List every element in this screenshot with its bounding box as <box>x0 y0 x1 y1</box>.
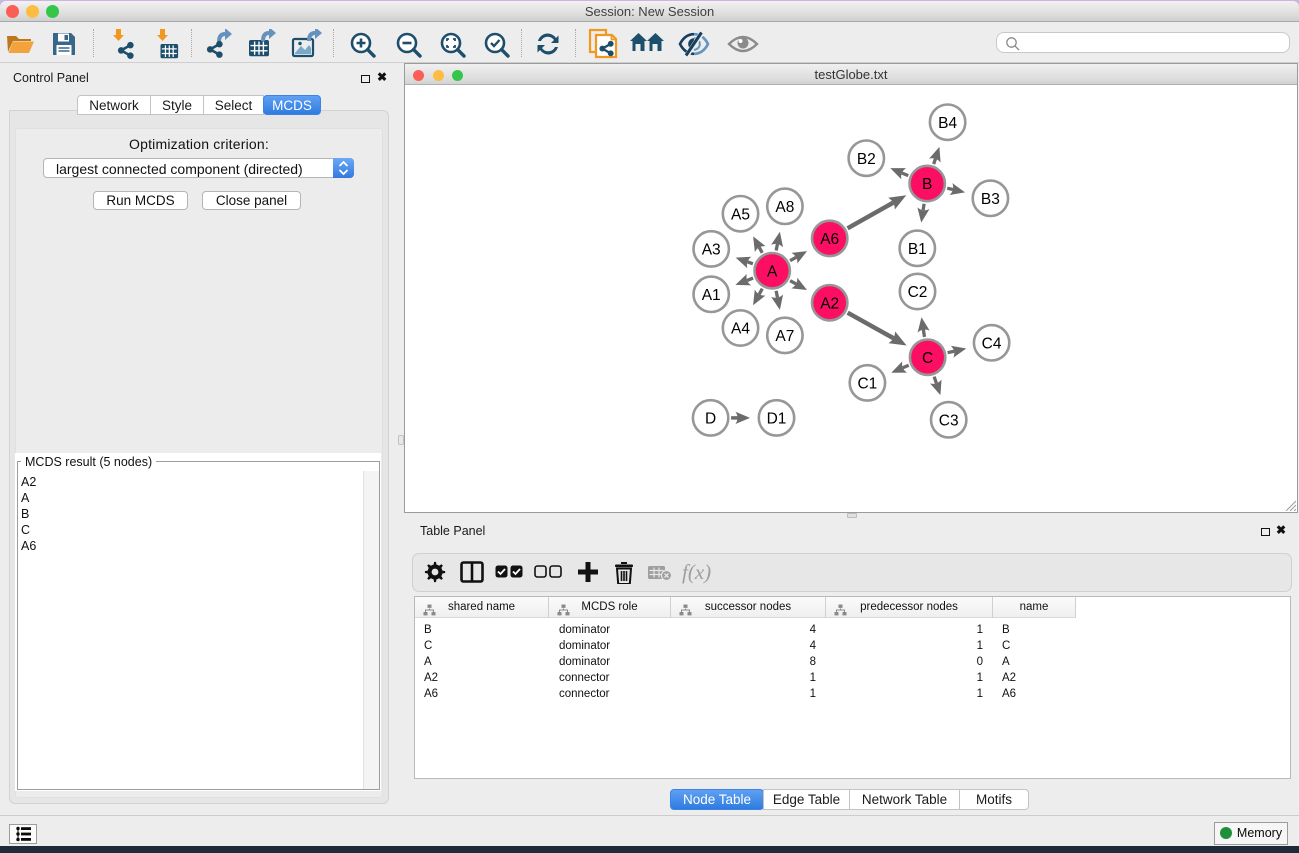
svg-text:A1: A1 <box>702 287 721 304</box>
svg-text:B4: B4 <box>938 115 957 132</box>
svg-text:B2: B2 <box>857 151 876 168</box>
svg-text:B1: B1 <box>908 241 927 258</box>
svg-text:A6: A6 <box>820 231 839 248</box>
svg-text:D: D <box>705 411 716 428</box>
svg-text:C: C <box>922 350 933 367</box>
svg-text:B3: B3 <box>981 191 1000 208</box>
svg-text:A7: A7 <box>775 328 794 345</box>
svg-text:A8: A8 <box>775 199 794 216</box>
svg-text:A: A <box>767 263 778 280</box>
svg-text:A5: A5 <box>731 206 750 223</box>
svg-text:A4: A4 <box>731 321 750 338</box>
svg-text:B: B <box>922 176 932 193</box>
svg-text:C2: C2 <box>908 284 928 301</box>
svg-text:C4: C4 <box>982 335 1002 352</box>
svg-text:f(x): f(x) <box>682 560 711 584</box>
svg-text:C1: C1 <box>857 376 877 393</box>
svg-text:A2: A2 <box>820 295 839 312</box>
svg-text:C3: C3 <box>939 412 959 429</box>
svg-text:D1: D1 <box>767 411 787 428</box>
svg-text:A3: A3 <box>702 242 721 259</box>
